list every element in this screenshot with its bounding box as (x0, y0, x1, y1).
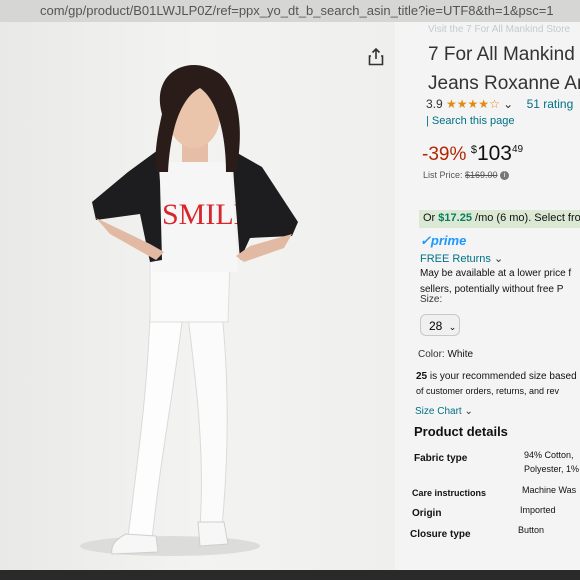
size-value: 28 (429, 319, 443, 333)
list-price-value: $169.00 (465, 170, 498, 180)
rating-value: 3.9 (426, 97, 443, 111)
browser-url-bar[interactable]: com/gp/product/B01LWJLP0Z/ref=ppx_yo_dt_… (0, 0, 580, 22)
rating-stars: ★★★★☆ (446, 97, 500, 111)
detail-label-fabric: Fabric type (414, 453, 468, 464)
installment-text[interactable]: Or $17.25 /mo (6 mo). Select fro (423, 212, 580, 224)
monitor-bezel (0, 570, 580, 580)
color-row: Color: White (418, 349, 473, 360)
price-whole: 103 (476, 142, 512, 165)
recommended-size-line2: of customer orders, returns, and rev (416, 386, 560, 396)
rating-row[interactable]: 3.9 ★★★★☆ ⌄ 51 rating (426, 97, 573, 111)
product-details-heading: Product details (414, 424, 508, 439)
detail-value-origin: Imported (520, 505, 556, 515)
chevron-down-icon: ⌄ (448, 322, 457, 332)
chevron-down-icon[interactable]: ⌄ (503, 97, 513, 111)
prime-check-icon: ✓ (420, 233, 431, 248)
detail-value-closure: Button (518, 525, 545, 535)
price-row: -39% $10349 (422, 142, 523, 166)
detail-label-closure: Closure type (410, 529, 471, 540)
url-text: com/gp/product/B01LWJLP0Z/ref=ppx_yo_dt_… (40, 3, 554, 18)
product-title-line1: 7 For All Mankind (428, 44, 575, 65)
prime-badge: ✓prime (420, 233, 466, 249)
prime-label: prime (430, 233, 467, 248)
installment-amount: $17.25 (438, 212, 472, 224)
free-returns-label: FREE Returns (420, 253, 491, 265)
chevron-down-icon: ⌄ (464, 406, 473, 417)
size-chart-link[interactable]: Size Chart ⌄ (415, 406, 473, 417)
availability-line1[interactable]: May be available at a lower price f (420, 268, 571, 279)
detail-label-origin: Origin (412, 508, 442, 519)
detail-value-fabric-2: Polyester, 1% (524, 464, 580, 474)
product-page: SMILE Visit the 7 For All Mankind Store … (0, 22, 580, 570)
store-link-cut[interactable]: Visit the 7 For All Mankind Store (428, 24, 570, 35)
detail-value-care: Machine Was (522, 485, 577, 495)
list-price-label: List Price: (423, 170, 463, 180)
detail-value-fabric-1: 94% Cotton, (524, 450, 574, 460)
price-currency: $ (470, 144, 477, 156)
product-image[interactable]: SMILE (0, 22, 395, 570)
search-this-page-link[interactable]: | Search this page (426, 115, 514, 127)
installment-suffix: /mo (6 mo). Select fro (475, 212, 580, 224)
chevron-down-icon: ⌄ (493, 253, 504, 265)
list-price-row: List Price: $169.00 i (423, 170, 510, 181)
price-cents: 49 (511, 144, 524, 155)
color-label: Color: (418, 349, 445, 360)
ratings-count-link[interactable]: 51 rating (527, 97, 574, 111)
free-returns-link[interactable]: FREE Returns ⌄ (420, 252, 503, 265)
discount-percent: -39% (422, 144, 467, 165)
recommended-size-line1: 25 is your recommended size based (416, 371, 577, 382)
color-value: White (447, 349, 474, 360)
size-label: Size: (420, 294, 443, 305)
size-chart-label: Size Chart (415, 406, 462, 417)
info-icon[interactable]: i (500, 171, 510, 181)
model-illustration: SMILE (80, 64, 298, 556)
installment-prefix: Or (423, 212, 436, 224)
size-dropdown[interactable]: 28 ⌄ (420, 314, 460, 336)
detail-label-care: Care instructions (412, 488, 487, 498)
recommended-size: 25 (416, 371, 428, 382)
recommended-size-text: is your recommended size based (427, 371, 577, 382)
share-icon[interactable] (368, 47, 384, 66)
product-title-line2: Jeans Roxanne An (428, 73, 580, 94)
